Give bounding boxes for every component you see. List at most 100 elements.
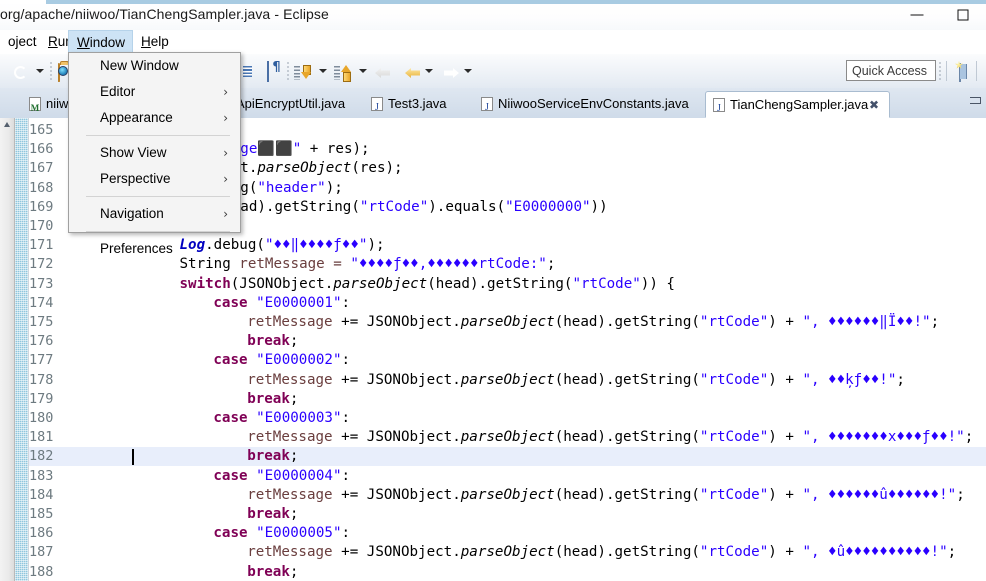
toolbar-separator — [50, 61, 52, 81]
code-token: ) + — [768, 429, 802, 445]
menu-separator — [86, 196, 230, 197]
code-line[interactable]: switch(JSONObject.parseObject(head).getS… — [180, 276, 675, 292]
code-token: "rtCode" — [700, 314, 768, 330]
code-line[interactable]: retMessage += JSONObject.parseObject(hea… — [247, 314, 939, 330]
line-number: 180 — [29, 410, 69, 426]
code-line[interactable]: retMessage += JSONObject.parseObject(hea… — [247, 372, 905, 388]
open-resource-icon[interactable] — [58, 63, 60, 82]
code-token: += JSONObject. — [333, 544, 461, 560]
window-menu-item-show-view[interactable]: Show View› — [69, 140, 240, 166]
code-token — [248, 468, 257, 484]
menu-item-window[interactable]: Window — [68, 30, 133, 54]
toolbar-separator-2 — [287, 61, 289, 81]
code-token: parseObject — [461, 429, 555, 445]
code-token: ; — [290, 333, 299, 349]
code-line[interactable]: case "E0000003": — [213, 410, 350, 426]
previous-annotation-arrow-icon[interactable] — [359, 69, 367, 73]
code-token: "rtCode" — [360, 199, 428, 215]
code-token: )) — [591, 199, 608, 215]
code-token: case — [213, 468, 247, 484]
window-menu-item-navigation[interactable]: Navigation› — [69, 201, 240, 227]
editor-tab-label: TianChengSampler.java — [730, 92, 868, 118]
line-number: 170 — [29, 218, 69, 234]
tab-scroll-chevron-icon[interactable] — [970, 97, 983, 106]
window-menu-item-perspective[interactable]: Perspective› — [69, 166, 240, 192]
code-token: parseObject — [461, 487, 555, 503]
forward-dropdown-arrow-icon[interactable] — [464, 69, 472, 73]
window-menu-item-label: New Window — [100, 58, 179, 73]
window-menu-item-label: Editor — [100, 84, 135, 99]
menu-item-help[interactable]: Help — [133, 30, 189, 54]
line-number: 174 — [29, 295, 69, 311]
line-number: 168 — [29, 180, 69, 196]
window-title: org/apache/niiwoo/TianChengSampler.java … — [0, 6, 329, 22]
menu-separator — [86, 231, 230, 232]
code-line[interactable]: retMessage += JSONObject.parseObject(hea… — [247, 487, 965, 503]
code-line[interactable]: case "E0000001": — [213, 295, 350, 311]
code-token: += JSONObject. — [333, 487, 461, 503]
code-token: : — [342, 410, 351, 426]
title-accent-gap — [0, 0, 46, 4]
code-token: "♦♦♦♦ƒ♦♦,♦♦♦♦♦♦rtCode:" — [350, 256, 546, 272]
code-token: ); — [326, 180, 343, 196]
code-token: ) + — [768, 544, 802, 560]
editor-tab-niiwooserviceenvconstants-java[interactable]: NiiwooServiceEnvConstants.java — [474, 91, 692, 118]
code-token: ; — [290, 564, 299, 580]
code-token: switch — [180, 276, 231, 292]
maximize-button[interactable] — [940, 0, 986, 30]
line-number: 185 — [29, 506, 69, 522]
minimize-button[interactable] — [894, 0, 940, 30]
code-token: parseObject — [461, 314, 555, 330]
window-menu-item-appearance[interactable]: Appearance› — [69, 105, 240, 131]
code-token: case — [213, 410, 247, 426]
window-menu-item-editor[interactable]: Editor› — [69, 79, 240, 105]
code-token: break — [247, 333, 290, 349]
window-menu-dropdown[interactable]: New WindowEditor›Appearance›Show View›Pe… — [68, 52, 241, 233]
code-line[interactable]: retMessage += JSONObject.parseObject(hea… — [247, 544, 956, 560]
next-annotation-arrow-icon[interactable] — [319, 69, 327, 73]
window-menu-item-new-window[interactable]: New Window — [69, 53, 240, 79]
code-line[interactable]: case "E0000002": — [213, 352, 350, 368]
editor-tab-label: Test3.java — [388, 91, 447, 117]
code-token: break — [247, 564, 290, 580]
code-token: : — [342, 468, 351, 484]
code-line[interactable]: retMessage += JSONObject.parseObject(hea… — [247, 429, 973, 445]
code-line[interactable]: break; — [247, 448, 298, 464]
code-token: retMessage — [247, 372, 332, 388]
run-dropdown-arrow-icon[interactable] — [36, 69, 44, 73]
open-perspective-icon[interactable] — [959, 63, 961, 82]
code-token: break — [247, 448, 290, 464]
code-token: ", ♦♦♦♦♦♦♦х♦♦♦ƒ♦♦!" — [802, 429, 964, 445]
code-line[interactable]: break; — [247, 391, 298, 407]
code-line[interactable]: break; — [247, 506, 298, 522]
back-dropdown-arrow-icon[interactable] — [425, 69, 433, 73]
code-token: ; — [547, 256, 556, 272]
code-token: ; — [965, 429, 974, 445]
show-whitespace-icon[interactable] — [267, 61, 269, 82]
window-menu-item-preferences[interactable]: Preferences — [69, 236, 240, 262]
code-line[interactable]: break; — [247, 333, 298, 349]
editor-tab-test3-java[interactable]: Test3.java — [364, 91, 468, 118]
close-icon[interactable]: ✖ — [869, 92, 879, 118]
code-line[interactable]: case "E0000004": — [213, 468, 350, 484]
quick-access-field[interactable]: Quick Access — [846, 60, 936, 81]
code-token: parseObject — [333, 276, 427, 292]
code-token: retMessage — [247, 544, 332, 560]
submenu-chevron-icon: › — [223, 166, 228, 192]
code-token: : — [342, 352, 351, 368]
code-line[interactable]: break; — [247, 564, 298, 580]
code-token: ", ♦♦ķƒ♦♦!" — [802, 372, 896, 388]
java-file-icon — [371, 97, 383, 111]
code-token: "rtCode" — [700, 429, 768, 445]
code-token: += JSONObject. — [333, 429, 461, 445]
editor-tab-tianchengsampler-java[interactable]: TianChengSampler.java✖ — [705, 91, 890, 118]
code-token: ).equals( — [428, 199, 505, 215]
maximize-icon — [958, 10, 969, 21]
code-token: "rtCode" — [572, 276, 640, 292]
code-token: retMessage — [247, 314, 332, 330]
code-token: ", ♦û♦♦♦♦♦♦♦♦♦♦!" — [802, 544, 947, 560]
code-line[interactable]: case "E0000005": — [213, 525, 350, 541]
line-number: 184 — [29, 487, 69, 503]
code-token: "E0000000" — [505, 199, 590, 215]
code-token: break — [247, 391, 290, 407]
